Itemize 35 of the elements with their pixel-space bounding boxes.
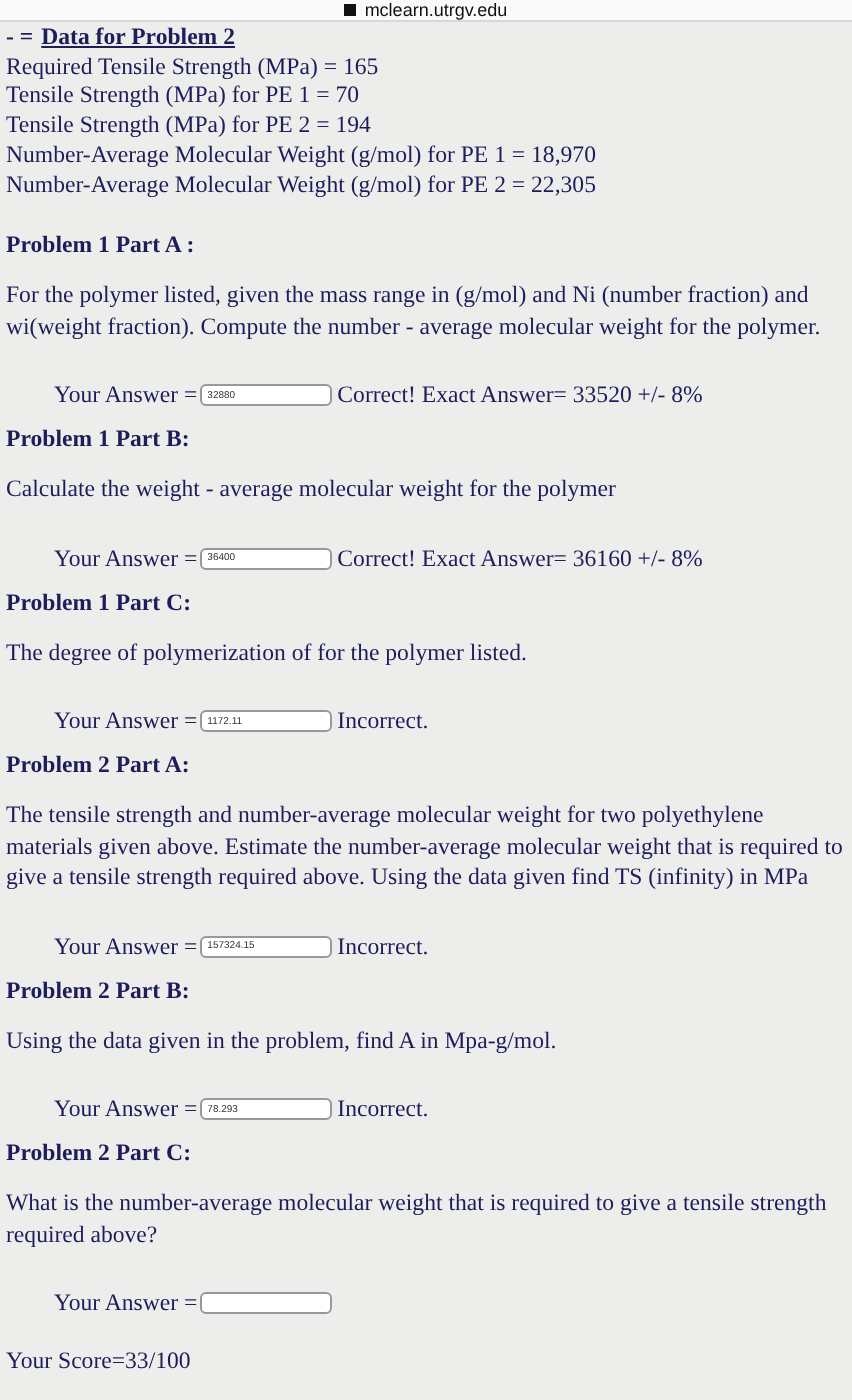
answer-label: Your Answer = (54, 706, 198, 737)
heading-prefix: - = (6, 22, 34, 52)
data-heading: Data for Problem 2 (41, 22, 235, 52)
problem-text: Using the data given in the problem, find A in Mpa-g/mol. (6, 1025, 559, 1057)
problem-text: Calculate the weight - average molecular weight for the polymer (6, 474, 618, 506)
data-line: Number-Average Molecular Weight (g/mol) for PE 1 = 18,970 (6, 139, 598, 170)
problem-text: For the polymer listed, given the mass range in (g/mol) and Ni (number fraction) and wi(weight fraction). Compute the number - average molecular weight for the polymer. (6, 280, 823, 343)
answer-label: Your Answer = (54, 1288, 198, 1319)
problem-heading: Problem 2 Part C: (6, 1138, 193, 1169)
lock-icon (344, 4, 357, 16)
problem-heading: Problem 1 Part B: (6, 424, 192, 455)
result-text: Incorrect. (337, 931, 429, 962)
problem-heading: Problem 2 Part B: (6, 975, 192, 1006)
address-bar[interactable]: mclearn.utrgv.edu (0, 0, 852, 22)
problem-text: The degree of polymerization of for the polymer listed. (6, 637, 529, 669)
problem-heading: Problem 2 Part A: (6, 750, 192, 781)
result-text: Correct! Exact Answer= 33520 +/- 8% (337, 380, 703, 411)
problem-heading: Problem 1 Part C: (6, 587, 193, 618)
score-text: Your Score=33/100 (6, 1346, 193, 1376)
data-line: Tensile Strength (MPa) for PE 1 = 70 (6, 80, 362, 111)
answer-field[interactable] (199, 1292, 332, 1315)
answer-label: Your Answer = (54, 1094, 198, 1125)
problem-text: The tensile strength and number-average molecular weight for two polyethylene materials given above. Estimate the number-average molecular weight that is required to give a tensile strength required above. Using the data given find TS (infinity) in MPa (6, 800, 845, 894)
data-line: Tensile Strength (MPa) for PE 2 = 194 (6, 110, 373, 140)
result-text: Incorrect. (337, 706, 429, 737)
data-line: Number-Average Molecular Weight (g/mol) for PE 2 = 22,305 (6, 169, 598, 199)
data-line: Required Tensile Strength (MPa) = 165 (6, 51, 381, 81)
problem-heading: Problem 1 Part A : (6, 230, 197, 261)
result-text: Incorrect. (337, 1094, 429, 1125)
answer-label: Your Answer = (54, 931, 198, 962)
answer-label: Your Answer = (54, 380, 198, 411)
result-text: Correct! Exact Answer= 36160 +/- 8% (337, 543, 703, 574)
answer-label: Your Answer = (54, 543, 198, 574)
url-text: mclearn.utrgv.edu (364, 1, 508, 19)
problem-text: What is the number-average molecular weight that is required to give a tensile strength required above? (6, 1188, 829, 1251)
